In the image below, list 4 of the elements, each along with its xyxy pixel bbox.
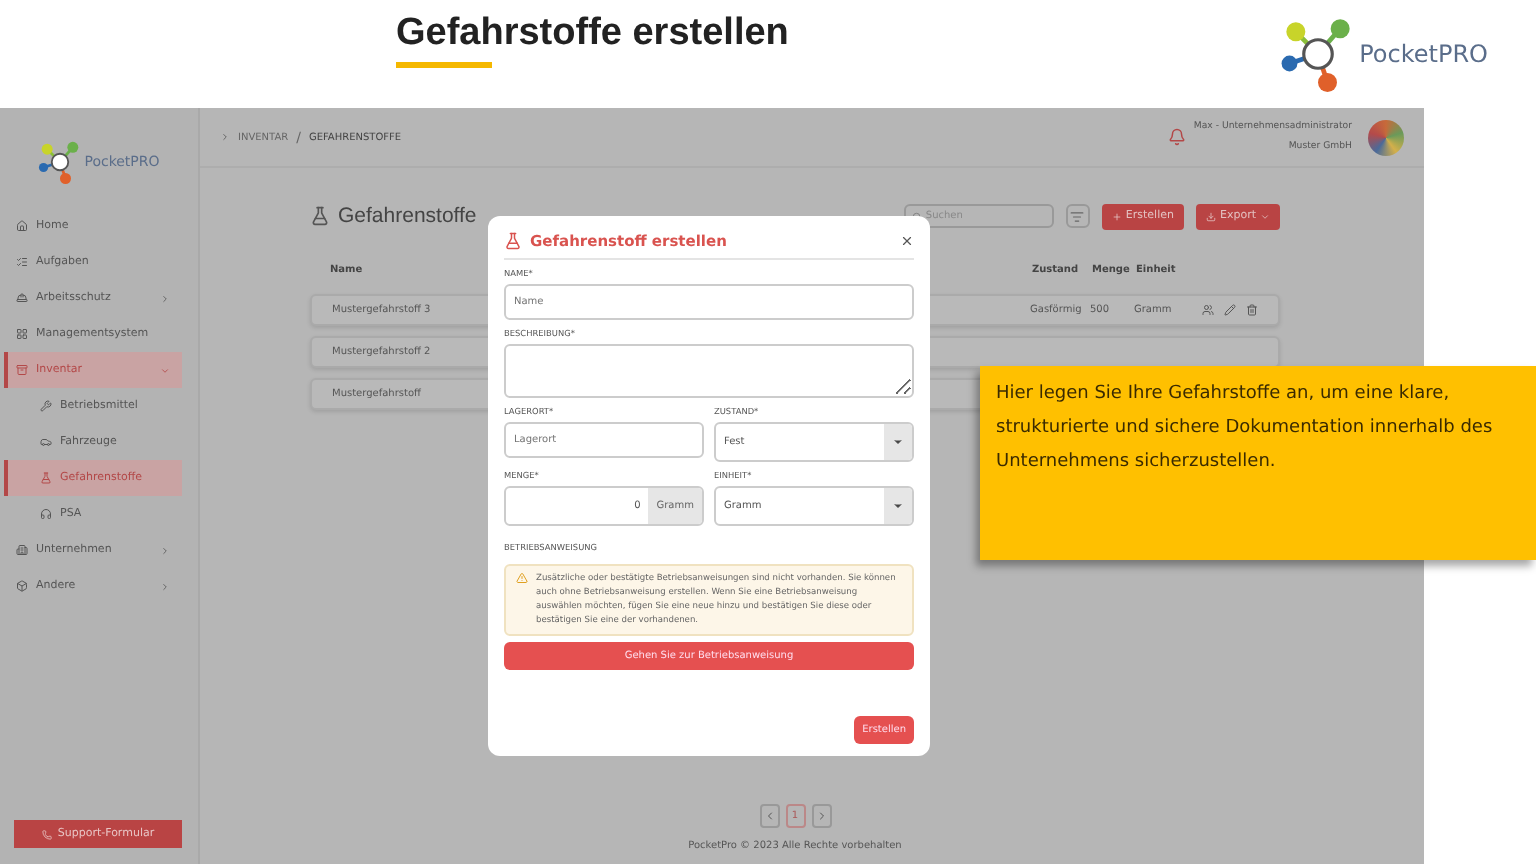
page-title: Gefahrenstoffe xyxy=(338,204,477,228)
callout-text: Hier legen Sie Ihre Gefahrstoffe an, um eine klare, strukturierte und sichere Dokumentation innerhalb des Unternehmens sicherzustellen. xyxy=(996,382,1495,476)
slide-title: Gefahrstoffe erstellen xyxy=(396,12,789,56)
logo-text: PocketPRO xyxy=(1359,40,1488,68)
